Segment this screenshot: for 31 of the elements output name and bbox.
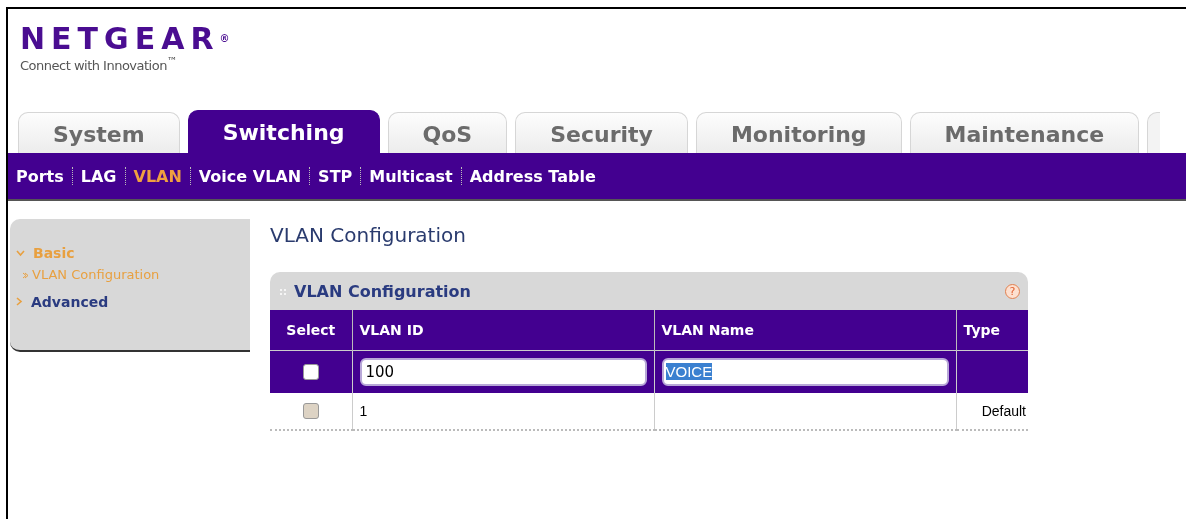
nav-tab[interactable]: System — [18, 112, 180, 153]
sidebar-item[interactable]: Advanced — [16, 294, 250, 310]
vlan-name-field[interactable]: VOICE — [661, 357, 949, 386]
subnav-link[interactable]: Voice VLAN — [198, 166, 302, 186]
nav-tab[interactable]: QoS — [387, 112, 508, 153]
nav-tab[interactable]: Switching — [187, 110, 380, 153]
vlan-id-field[interactable]: 100 — [359, 357, 647, 386]
help-icon[interactable]: ? — [1005, 283, 1020, 299]
row-checkbox[interactable] — [302, 403, 319, 420]
tagline: Connect with Innovation$^{™}$ — [20, 55, 178, 74]
brand-logo: NETGEAR$^{®}$ — [20, 23, 236, 55]
subnav-link[interactable]: Ports — [16, 166, 64, 186]
nav-tab[interactable]: Maintenance — [909, 112, 1140, 153]
table-cell: 1 — [352, 392, 654, 430]
row-checkbox[interactable] — [302, 364, 319, 381]
panel-title: VLAN Configuration — [294, 281, 471, 301]
subnav-link[interactable]: Multicast — [369, 166, 453, 186]
chevron-right-icon — [16, 296, 23, 308]
nav-tab[interactable]: Security — [515, 112, 688, 153]
column-header: VLAN ID — [352, 310, 654, 351]
nav-tab[interactable]: Monitoring — [695, 112, 902, 153]
page-title: VLAN Configuration — [270, 223, 466, 247]
column-header: Type — [956, 310, 1028, 351]
subnav-link[interactable]: LAG — [80, 166, 117, 186]
partial-tab[interactable] — [1147, 112, 1161, 153]
column-header: VLAN Name — [654, 310, 956, 351]
table-cell: Default — [956, 392, 1028, 430]
subnav-link[interactable]: Address Table — [469, 166, 596, 186]
subnav-link[interactable]: STP — [318, 166, 353, 186]
column-header: Select — [270, 310, 352, 351]
subnav-link[interactable]: VLAN — [133, 166, 182, 186]
